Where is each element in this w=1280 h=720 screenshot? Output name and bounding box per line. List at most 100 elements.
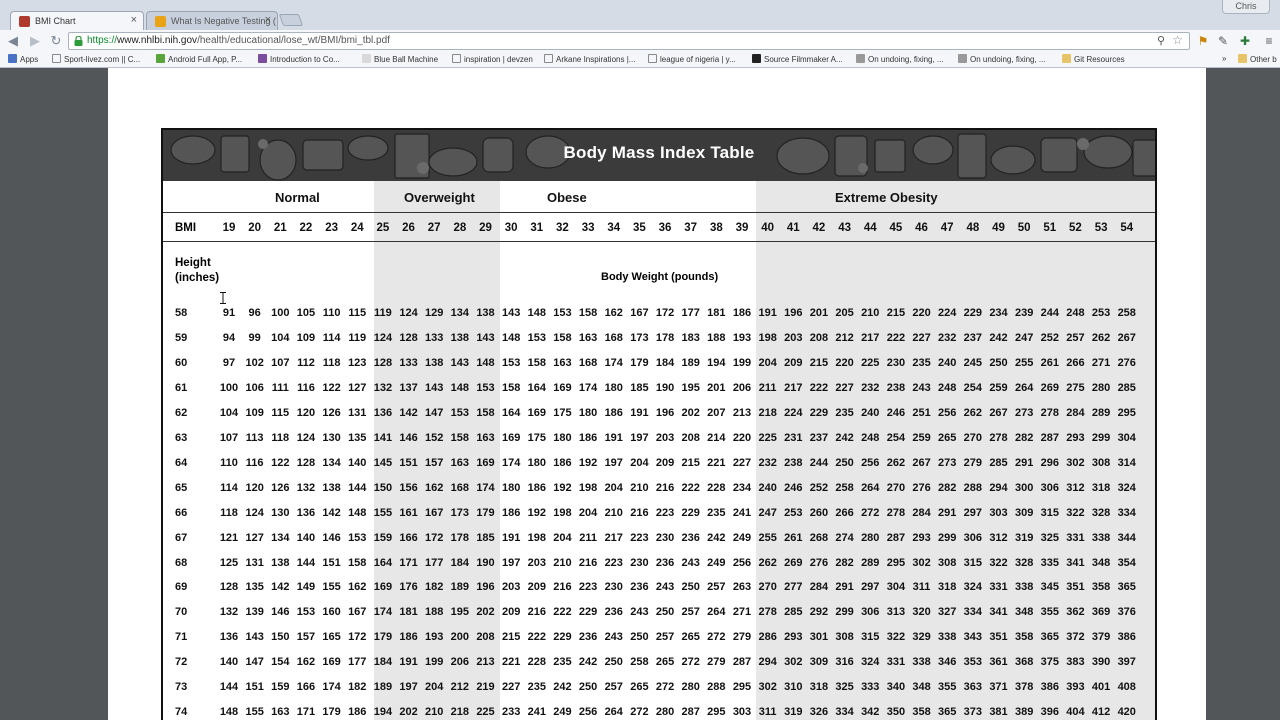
height-cell: 64 — [175, 456, 188, 469]
height-cell: 59 — [175, 331, 188, 344]
bookmark-item[interactable]: Source Filmmaker A... — [752, 54, 843, 64]
folder-icon — [1062, 54, 1071, 63]
bookmark-item[interactable]: On undoing, fixing, ... — [856, 54, 944, 64]
height-cell: 70 — [175, 606, 188, 619]
weight-cell: 344 — [1117, 531, 1136, 544]
height-cell: 63 — [175, 431, 188, 444]
bookmark-item[interactable]: Blue Ball Machine — [362, 54, 438, 64]
page-icon — [856, 54, 865, 63]
height-cell: 71 — [175, 631, 188, 644]
page-icon — [258, 54, 267, 63]
apps-grid-icon — [8, 54, 17, 63]
other-bookmarks-folder[interactable]: Other b — [1238, 54, 1277, 64]
divider — [163, 212, 1155, 213]
page-icon — [958, 54, 967, 63]
weight-cell: 324 — [1117, 481, 1136, 494]
pdf-page: Body Mass Index Table Normal Overweight … — [108, 68, 1206, 720]
weight-cell: 304 — [1117, 431, 1136, 444]
page-icon — [648, 54, 657, 63]
height-cell: 66 — [175, 506, 188, 519]
height-cell: 74 — [175, 706, 188, 719]
weight-cell: 354 — [1117, 556, 1136, 569]
table-title: Body Mass Index Table — [563, 143, 755, 162]
tab-bmi-chart[interactable]: BMI Chart × — [10, 11, 144, 30]
height-cell: 58 — [175, 307, 188, 319]
pen-extension-icon[interactable]: ✎ — [1216, 34, 1230, 48]
toolbar: ◀ ▶ ↻ https://www.nhlbi.nih.gov/health/e… — [0, 30, 1280, 51]
bookmark-item[interactable]: Sport-livez.com || C... — [52, 54, 140, 64]
close-tab-icon[interactable]: × — [131, 14, 137, 26]
weight-cell: 295 — [1117, 406, 1136, 419]
search-icon[interactable]: ⚲ — [1157, 34, 1165, 47]
page-icon — [156, 54, 165, 63]
folder-icon — [1238, 54, 1247, 63]
bmi-column-header: 54 — [1120, 222, 1134, 234]
bookmark-item[interactable]: inspiration | devzen — [452, 54, 533, 64]
puzzle-extension-icon[interactable]: ✚ — [1238, 34, 1252, 48]
bookmark-item[interactable]: On undoing, fixing, ... — [958, 54, 1046, 64]
weight-cell: 276 — [1117, 356, 1136, 369]
weight-cell: 408 — [1117, 681, 1136, 694]
height-label: Height (inches) — [175, 257, 220, 284]
bookmark-item[interactable]: league of nigeria | y... — [648, 54, 736, 64]
bookmark-item[interactable]: Android Full App, P... — [156, 54, 242, 64]
menu-icon[interactable]: ≡ — [1262, 34, 1276, 48]
page-icon — [362, 54, 371, 63]
weight-cell: 420 — [1117, 706, 1136, 719]
page-icon — [452, 54, 461, 63]
bookmarks-overflow-button[interactable]: » — [1222, 54, 1226, 63]
extension-icon[interactable]: ⚑ — [1196, 34, 1210, 48]
height-cell: 60 — [175, 356, 188, 369]
bookmarks-bar: Apps Sport-livez.com || C... Android Ful… — [0, 51, 1280, 68]
bookmark-star-icon[interactable]: ☆ — [1172, 33, 1183, 47]
height-cell: 73 — [175, 681, 188, 694]
height-cell: 67 — [175, 531, 188, 544]
weight-cell: 386 — [1117, 631, 1136, 644]
category-obese: Obese — [547, 190, 587, 205]
weight-cell: 334 — [1117, 506, 1136, 519]
profile-button[interactable]: Chris — [1222, 0, 1270, 14]
weight-cell: 314 — [1117, 456, 1136, 469]
weight-label: Body Weight (pounds) — [601, 271, 719, 283]
weight-cell: 376 — [1117, 606, 1136, 619]
pdf-viewer[interactable]: Body Mass Index Table Normal Overweight … — [0, 68, 1280, 720]
weight-cell: 258 — [1117, 307, 1136, 319]
address-bar[interactable]: https://www.nhlbi.nih.gov/health/educati… — [68, 32, 1190, 50]
bmi-table: Body Mass Index Table Normal Overweight … — [161, 128, 1157, 720]
bookmark-item[interactable]: Arkane Inspirations |... — [544, 54, 635, 64]
category-overweight: Overweight — [404, 190, 475, 205]
tab-title: What Is Negative Testing ( — [171, 16, 276, 26]
category-normal: Normal — [275, 190, 320, 205]
text-cursor-icon — [220, 292, 226, 304]
bookmark-apps[interactable]: Apps — [8, 54, 38, 64]
reload-icon[interactable]: ↻ — [47, 32, 65, 50]
weight-cell: 267 — [1117, 331, 1136, 344]
bookmark-folder[interactable]: Git Resources — [1062, 54, 1125, 64]
forward-arrow-icon[interactable]: ▶ — [26, 32, 44, 50]
height-cell: 72 — [175, 656, 188, 669]
page-icon — [52, 54, 61, 63]
bmi-label: BMI — [175, 222, 197, 234]
category-extreme-obesity: Extreme Obesity — [835, 190, 938, 205]
weight-cell: 365 — [1117, 581, 1136, 594]
weight-cell: 397 — [1117, 656, 1136, 669]
height-cell: 65 — [175, 481, 188, 494]
back-arrow-icon[interactable]: ◀ — [4, 32, 22, 50]
site-favicon-icon — [155, 16, 166, 27]
divider — [163, 241, 1155, 242]
url-text: https://www.nhlbi.nih.gov/health/educati… — [87, 35, 390, 46]
bookmark-item[interactable]: Introduction to Co... — [258, 54, 340, 64]
page-icon — [544, 54, 553, 63]
page-icon — [752, 54, 761, 63]
height-cell: 68 — [175, 556, 188, 569]
pdf-favicon-icon — [19, 16, 30, 27]
new-tab-button[interactable] — [278, 14, 304, 26]
height-cell: 62 — [175, 406, 188, 419]
lock-icon — [74, 36, 83, 46]
tab-title: BMI Chart — [35, 16, 76, 26]
close-tab-icon[interactable]: × — [265, 14, 271, 26]
tab-negative-testing[interactable]: What Is Negative Testing ( × — [146, 11, 278, 30]
table-banner: Body Mass Index Table — [163, 130, 1155, 181]
weight-cell: 285 — [1117, 381, 1136, 394]
height-cell: 61 — [175, 381, 188, 394]
